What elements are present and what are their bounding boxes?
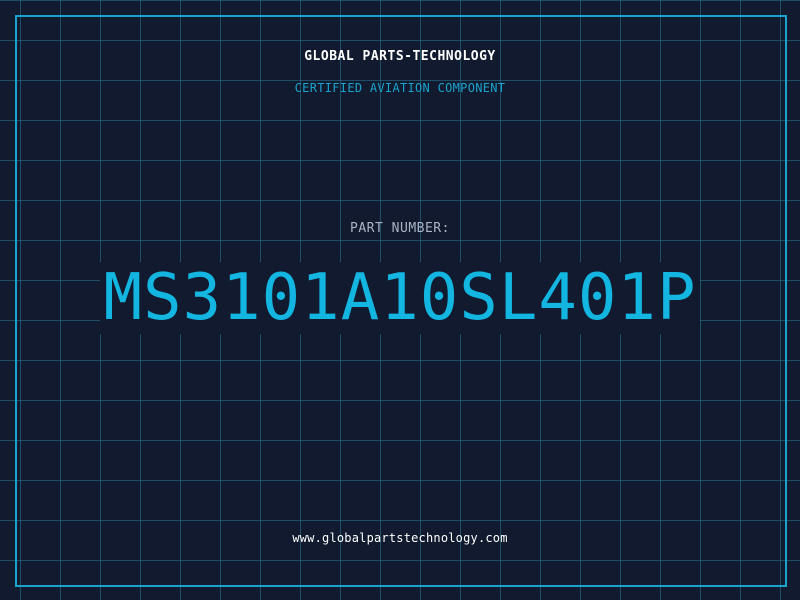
part-number-label: PART NUMBER: (350, 221, 450, 236)
part-number-container: MS3101A10SL401P (0, 262, 800, 334)
website-url: www.globalpartstechnology.com (292, 531, 508, 545)
part-label-card: GLOBAL PARTS-TECHNOLOGY CERTIFIED AVIATI… (0, 0, 800, 600)
part-number-value: MS3101A10SL401P (99, 262, 701, 334)
company-name: GLOBAL PARTS-TECHNOLOGY (304, 49, 496, 64)
certification-subtitle: CERTIFIED AVIATION COMPONENT (294, 81, 506, 95)
